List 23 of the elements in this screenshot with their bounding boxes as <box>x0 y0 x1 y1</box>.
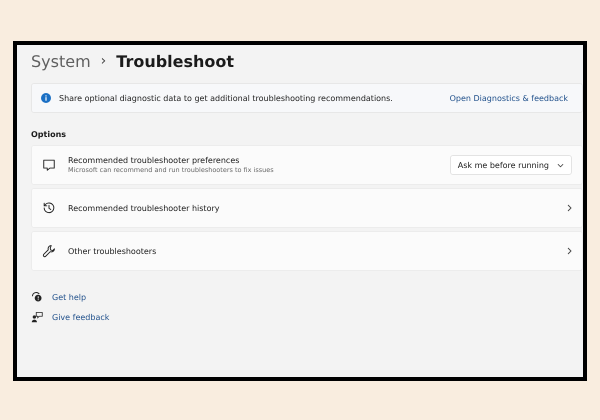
wrench-icon <box>42 244 56 258</box>
breadcrumb-parent[interactable]: System <box>31 52 91 70</box>
diagnostics-link[interactable]: Open Diagnostics & feedback <box>450 94 568 102</box>
settings-card[interactable]: Other troubleshooters <box>31 231 583 271</box>
setting-title: Other troubleshooters <box>68 246 158 256</box>
footer-link[interactable]: Give feedback <box>52 312 110 322</box>
setting-title: Recommended troubleshooter preferences <box>68 156 240 165</box>
settings-card[interactable]: Recommended troubleshooter history <box>31 188 583 228</box>
chat-icon <box>42 158 56 172</box>
section-title: Options <box>31 130 68 141</box>
breadcrumb-separator: › <box>100 53 106 69</box>
footer-link[interactable]: Get help <box>52 292 86 302</box>
chevron-right-icon <box>567 247 572 255</box>
help-icon <box>31 291 43 303</box>
history-icon <box>42 201 56 215</box>
chevron-down-icon <box>557 162 564 168</box>
info-text: Share optional diagnostic data to get additional troubleshooting recommendations. <box>59 94 394 102</box>
info-icon <box>41 93 51 103</box>
page-title: Troubleshoot <box>116 52 234 70</box>
setting-title: Recommended troubleshooter history <box>68 204 220 212</box>
preference-dropdown[interactable]: Ask me before running <box>450 155 572 175</box>
chevron-right-icon <box>567 204 572 212</box>
feedback-icon <box>31 311 43 323</box>
